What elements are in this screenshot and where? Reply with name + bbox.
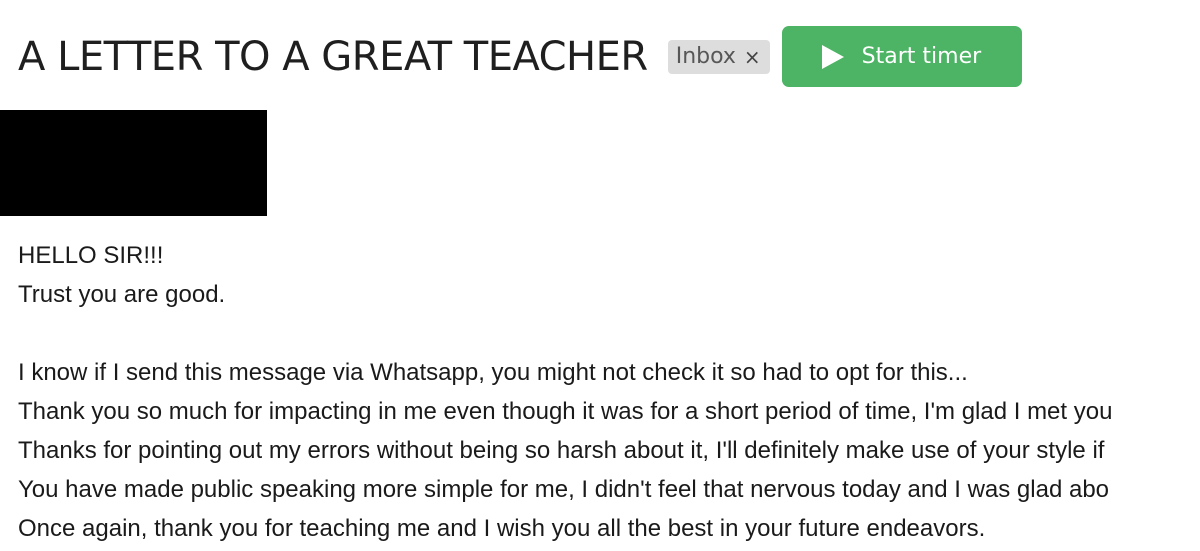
start-timer-button[interactable]: Start timer [781, 26, 1022, 87]
email-body-line: You have made public speaking more simpl… [18, 476, 1110, 503]
email-body-line: I know if I send this message via Whatsa… [18, 359, 968, 386]
inbox-label-chip[interactable]: Inbox × [667, 39, 770, 74]
redacted-sender-block [0, 110, 267, 216]
inbox-label-text: Inbox [675, 44, 736, 69]
email-opening: Trust you are good. [18, 281, 226, 308]
start-timer-label: Start timer [861, 44, 982, 69]
play-icon [821, 44, 844, 69]
email-body-line: Thank you so much for impacting in me ev… [18, 398, 1113, 425]
email-body: HELLO SIR!!! Trust you are good. I know … [18, 236, 1200, 548]
email-subject: A LETTER TO A GREAT TEACHER [18, 33, 648, 80]
email-greeting: HELLO SIR!!! [18, 242, 164, 269]
email-body-line: Once again, thank you for teaching me an… [18, 515, 986, 542]
email-body-line: Thanks for pointing out my errors withou… [18, 437, 1105, 464]
close-icon[interactable]: × [744, 47, 761, 67]
email-header: A LETTER TO A GREAT TEACHER Inbox × Star… [18, 26, 1022, 87]
